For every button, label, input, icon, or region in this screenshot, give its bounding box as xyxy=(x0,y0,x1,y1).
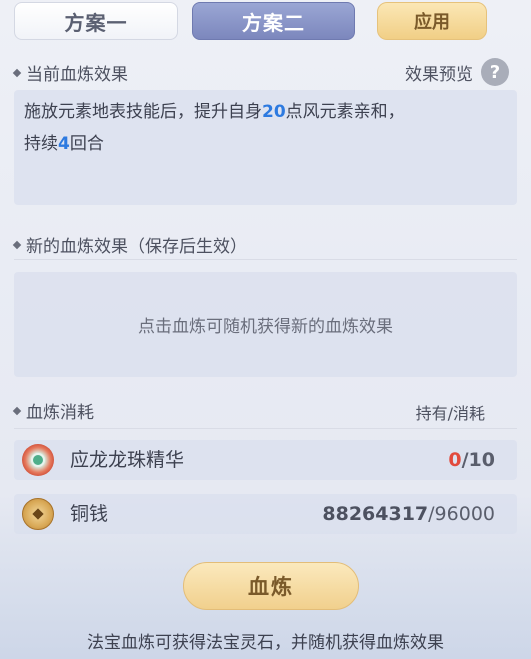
bullet-diamond-icon xyxy=(12,406,22,415)
need-amount: /10 xyxy=(461,449,495,471)
cost-row-dragon-orb[interactable]: 应龙龙珠精华 0/10 xyxy=(14,440,517,480)
cost-item-name: 铜钱 xyxy=(70,503,109,525)
effect-preview-label: 效果预览 xyxy=(405,64,473,85)
current-effect-text: 施放元素地表技能后，提升自身20点风元素亲和， 持续4回合 xyxy=(24,102,405,154)
cost-row-copper-coin[interactable]: 铜钱 88264317/96000 xyxy=(14,494,517,534)
bullet-diamond-icon xyxy=(12,240,22,249)
duration-value: 4 xyxy=(58,134,70,154)
new-effect-heading: 新的血炼效果（保存后生效） xyxy=(12,232,247,257)
affinity-value: 20 xyxy=(262,102,286,122)
cost-item-name: 应龙龙珠精华 xyxy=(70,449,185,471)
new-effect-title: 新的血炼效果（保存后生效） xyxy=(26,237,247,257)
have-amount: 88264317 xyxy=(322,503,429,525)
cost-item-amount: 88264317/96000 xyxy=(322,494,495,534)
need-amount: /96000 xyxy=(428,503,495,525)
divider xyxy=(14,428,517,429)
divider xyxy=(14,259,517,260)
current-effect-panel: 施放元素地表技能后，提升自身20点风元素亲和， 持续4回合 xyxy=(14,90,517,205)
cost-header-right: 持有/消耗 xyxy=(415,404,485,423)
footer-note: 法宝血炼可获得法宝灵石，并随机获得血炼效果 xyxy=(87,633,444,653)
bullet-diamond-icon xyxy=(12,68,22,77)
tab-plan-1[interactable]: 方案一 xyxy=(14,2,178,40)
new-effect-hint: 点击血炼可随机获得新的血炼效果 xyxy=(138,317,393,337)
cost-heading: 血炼消耗 xyxy=(12,398,94,423)
current-effect-title: 当前血炼效果 xyxy=(26,65,128,85)
current-effect-heading: 当前血炼效果 xyxy=(12,60,128,85)
effect-preview-button[interactable]: 效果预览 ? xyxy=(405,58,509,86)
apply-button[interactable]: 应用 xyxy=(377,2,487,40)
plan-tabs: 方案一 方案二 应用 xyxy=(14,2,517,40)
new-effect-panel: 点击血炼可随机获得新的血炼效果 xyxy=(14,272,517,377)
cost-item-amount: 0/10 xyxy=(448,440,495,480)
refine-button[interactable]: 血炼 xyxy=(183,562,359,610)
cost-title: 血炼消耗 xyxy=(26,403,94,423)
copper-coin-icon xyxy=(22,498,54,530)
tab-plan-2[interactable]: 方案二 xyxy=(192,2,355,40)
have-amount: 0 xyxy=(448,449,462,471)
help-icon[interactable]: ? xyxy=(481,58,509,86)
dragon-orb-icon xyxy=(22,444,54,476)
